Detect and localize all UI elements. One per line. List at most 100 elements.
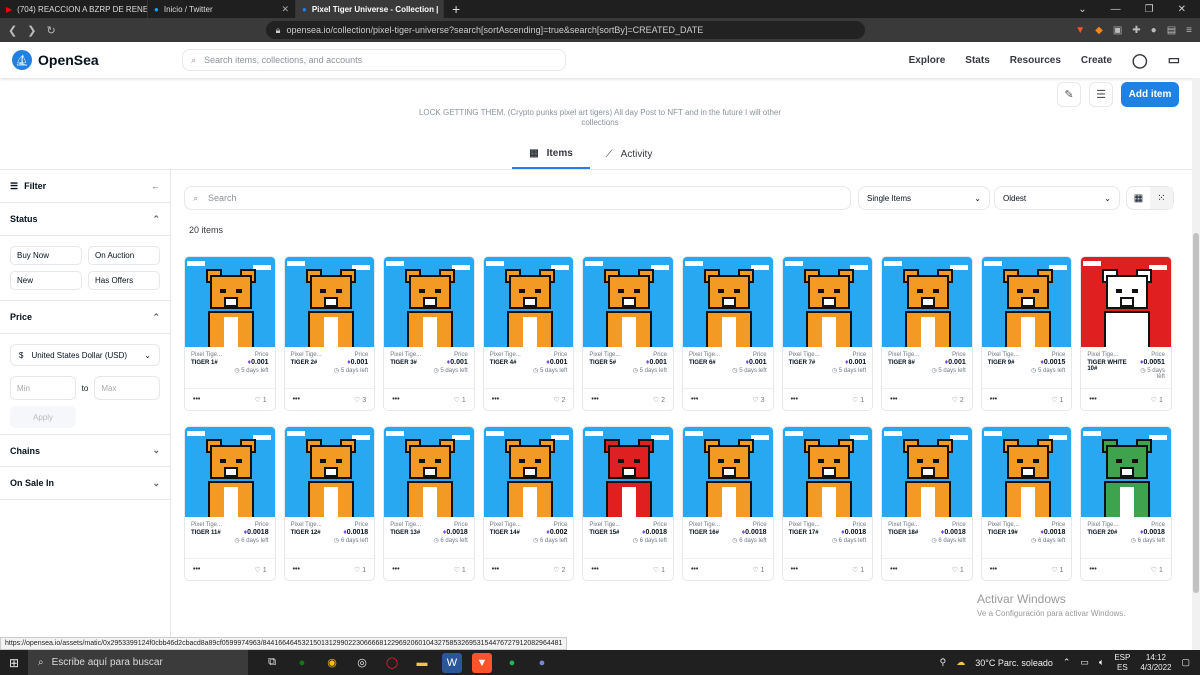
nft-card[interactable]: Pixel Tige... TIGER 18# Price ♦0.0018 ◷ … <box>881 426 973 581</box>
nft-image[interactable] <box>583 427 673 517</box>
item-name[interactable]: TIGER 3# <box>390 360 421 366</box>
nft-card[interactable]: Pixel Tige... TIGER 13# Price ♦0.0018 ◷ … <box>383 426 475 581</box>
nav-resources[interactable]: Resources <box>1010 55 1061 66</box>
collection-name[interactable]: Pixel Tige... <box>191 352 222 358</box>
nft-image[interactable] <box>882 427 972 517</box>
edit-button[interactable]: ✎ <box>1057 82 1081 107</box>
nft-card[interactable]: Pixel Tige... TIGER 15# Price ♦0.0018 ◷ … <box>582 426 674 581</box>
maximize-icon[interactable]: ❐ <box>1145 4 1154 15</box>
max-price-input[interactable]: Max <box>94 376 160 400</box>
more-options-icon[interactable]: ••• <box>392 396 399 403</box>
more-options-icon[interactable]: ••• <box>990 396 997 403</box>
collection-name[interactable]: Pixel Tige... <box>490 352 521 358</box>
wallet-icon[interactable]: ▤ <box>1167 25 1176 36</box>
nft-card[interactable]: Pixel Tige... TIGER 6# Price ♦0.001 ◷ 5 … <box>681 256 774 411</box>
metamask-icon[interactable]: ◆ <box>1095 25 1103 36</box>
item-name[interactable]: TIGER 2# <box>291 360 322 366</box>
collection-name[interactable]: Pixel Tige... <box>291 522 322 528</box>
nft-card[interactable]: Pixel Tige... TIGER 4# Price ♦0.001 ◷ 5 … <box>482 256 575 411</box>
menu-icon[interactable]: ≡ <box>1186 25 1192 36</box>
nft-card[interactable]: Pixel Tige... TIGER 16# Price ♦0.0018 ◷ … <box>681 426 774 581</box>
minimize-icon[interactable]: — <box>1111 4 1121 15</box>
extension-icon[interactable]: ▣ <box>1113 25 1122 36</box>
favorite-button[interactable]: ♡ 2 <box>553 396 565 404</box>
more-options-icon[interactable]: ••• <box>691 566 698 573</box>
collection-name[interactable]: Pixel Tige... <box>589 352 620 358</box>
steam-icon[interactable]: ◎ <box>352 653 372 673</box>
item-name[interactable]: TIGER 13# <box>390 530 421 536</box>
nft-card[interactable]: Pixel Tige... TIGER 8# Price ♦0.001 ◷ 5 … <box>881 256 973 411</box>
nft-image[interactable] <box>682 257 773 347</box>
more-options-icon[interactable]: ••• <box>1089 396 1096 403</box>
price-section-header[interactable]: Price ⌃ <box>0 301 170 334</box>
large-grid-icon[interactable]: ▦ <box>1127 187 1150 209</box>
nft-image[interactable] <box>284 427 375 517</box>
more-options-icon[interactable]: ••• <box>193 566 200 573</box>
more-options-icon[interactable]: ••• <box>890 566 897 573</box>
wallet-icon[interactable]: ▭ <box>1168 52 1180 68</box>
volume-icon[interactable]: 🔈︎ <box>1099 657 1104 668</box>
nav-stats[interactable]: Stats <box>965 55 989 66</box>
more-options-icon[interactable]: ••• <box>691 396 698 403</box>
collection-name[interactable]: Pixel Tige... <box>888 352 919 358</box>
more-options-icon[interactable]: ••• <box>492 566 499 573</box>
nft-card[interactable]: Pixel Tige... TIGER WHITE 10# Price ♦0.0… <box>1080 256 1172 411</box>
filter-header[interactable]: ☰ Filter ← <box>0 170 170 203</box>
url-field[interactable]: 🔒︎ opensea.io/collection/pixel-tiger-uni… <box>265 21 866 39</box>
collection-name[interactable]: Pixel Tige... <box>789 352 820 358</box>
nft-card[interactable]: Pixel Tige... TIGER 20# Price ♦0.0018 ◷ … <box>1080 426 1172 581</box>
apply-button[interactable]: Apply <box>10 406 76 428</box>
nft-image[interactable] <box>583 257 673 347</box>
account-icon[interactable]: ◯ <box>1132 52 1148 69</box>
nft-image[interactable] <box>1081 257 1171 347</box>
nft-card[interactable]: Pixel Tige... TIGER 3# Price ♦0.001 ◷ 5 … <box>383 256 475 411</box>
page-scrollbar[interactable] <box>1192 78 1200 650</box>
sort-select[interactable]: Oldest ⌄ <box>994 186 1120 210</box>
chevron-down-icon[interactable]: ⌄ <box>1078 4 1086 15</box>
opera-icon[interactable]: ◯ <box>382 653 402 673</box>
new-tab-button[interactable]: + <box>444 0 468 18</box>
nft-image[interactable] <box>284 257 375 347</box>
collection-name[interactable]: Pixel Tige... <box>191 522 222 528</box>
nft-card[interactable]: Pixel Tige... TIGER 5# Price ♦0.001 ◷ 5 … <box>582 256 674 411</box>
brave-shield-icon[interactable]: ▼ <box>1075 25 1085 36</box>
nft-card[interactable]: Pixel Tige... TIGER 9# Price ♦0.0015 ◷ 5… <box>980 256 1073 411</box>
favorite-button[interactable]: ♡ 1 <box>254 396 266 404</box>
collection-name[interactable]: Pixel Tige... <box>390 352 421 358</box>
more-options-icon[interactable]: ••• <box>293 396 300 403</box>
favorite-button[interactable]: ♡ 2 <box>653 396 665 404</box>
item-type-select[interactable]: Single Items ⌄ <box>858 186 990 210</box>
favorite-button[interactable]: ♡ 1 <box>1151 396 1163 404</box>
collection-name[interactable]: Pixel Tige... <box>789 522 820 528</box>
favorite-button[interactable]: ♡ 1 <box>454 566 466 574</box>
more-options-icon[interactable]: ••• <box>990 566 997 573</box>
nft-image[interactable] <box>185 257 275 347</box>
favorite-button[interactable]: ♡ 1 <box>752 566 764 574</box>
xbox-icon[interactable]: ● <box>292 653 312 673</box>
item-name[interactable]: TIGER 4# <box>490 360 521 366</box>
profile-icon[interactable]: ● <box>1151 25 1157 36</box>
nft-card[interactable]: Pixel Tige... TIGER 17# Price ♦0.0018 ◷ … <box>781 426 874 581</box>
favorite-button[interactable]: ♡ 1 <box>852 566 864 574</box>
discord-icon[interactable]: ● <box>532 653 552 673</box>
puzzle-icon[interactable]: ✚ <box>1132 25 1140 36</box>
task-view-icon[interactable]: ⧉ <box>262 653 282 673</box>
browser-tab-opensea[interactable]: ● Pixel Tiger Universe - Collection | ✕ <box>296 0 444 18</box>
taskbar-search[interactable]: ⌕ Escribe aquí para buscar <box>28 650 248 675</box>
item-name[interactable]: TIGER 9# <box>988 360 1019 366</box>
collection-name[interactable]: Pixel Tige... <box>291 352 322 358</box>
favorite-button[interactable]: ♡ 1 <box>852 396 864 404</box>
item-name[interactable]: TIGER 15# <box>589 530 620 536</box>
item-name[interactable]: TIGER 20# <box>1087 530 1118 536</box>
nav-create[interactable]: Create <box>1081 55 1112 66</box>
favorite-button[interactable]: ♡ 1 <box>354 566 366 574</box>
close-icon[interactable]: ✕ <box>281 4 289 15</box>
windows-start-icon[interactable]: ⊞ <box>0 656 28 670</box>
favorite-button[interactable]: ♡ 1 <box>454 396 466 404</box>
nft-image[interactable] <box>981 427 1072 517</box>
nft-image[interactable] <box>1081 427 1171 517</box>
nft-image[interactable] <box>782 427 873 517</box>
item-name[interactable]: TIGER 17# <box>789 530 820 536</box>
list-button[interactable]: ☰ <box>1089 82 1113 107</box>
item-name[interactable]: TIGER 6# <box>689 360 720 366</box>
